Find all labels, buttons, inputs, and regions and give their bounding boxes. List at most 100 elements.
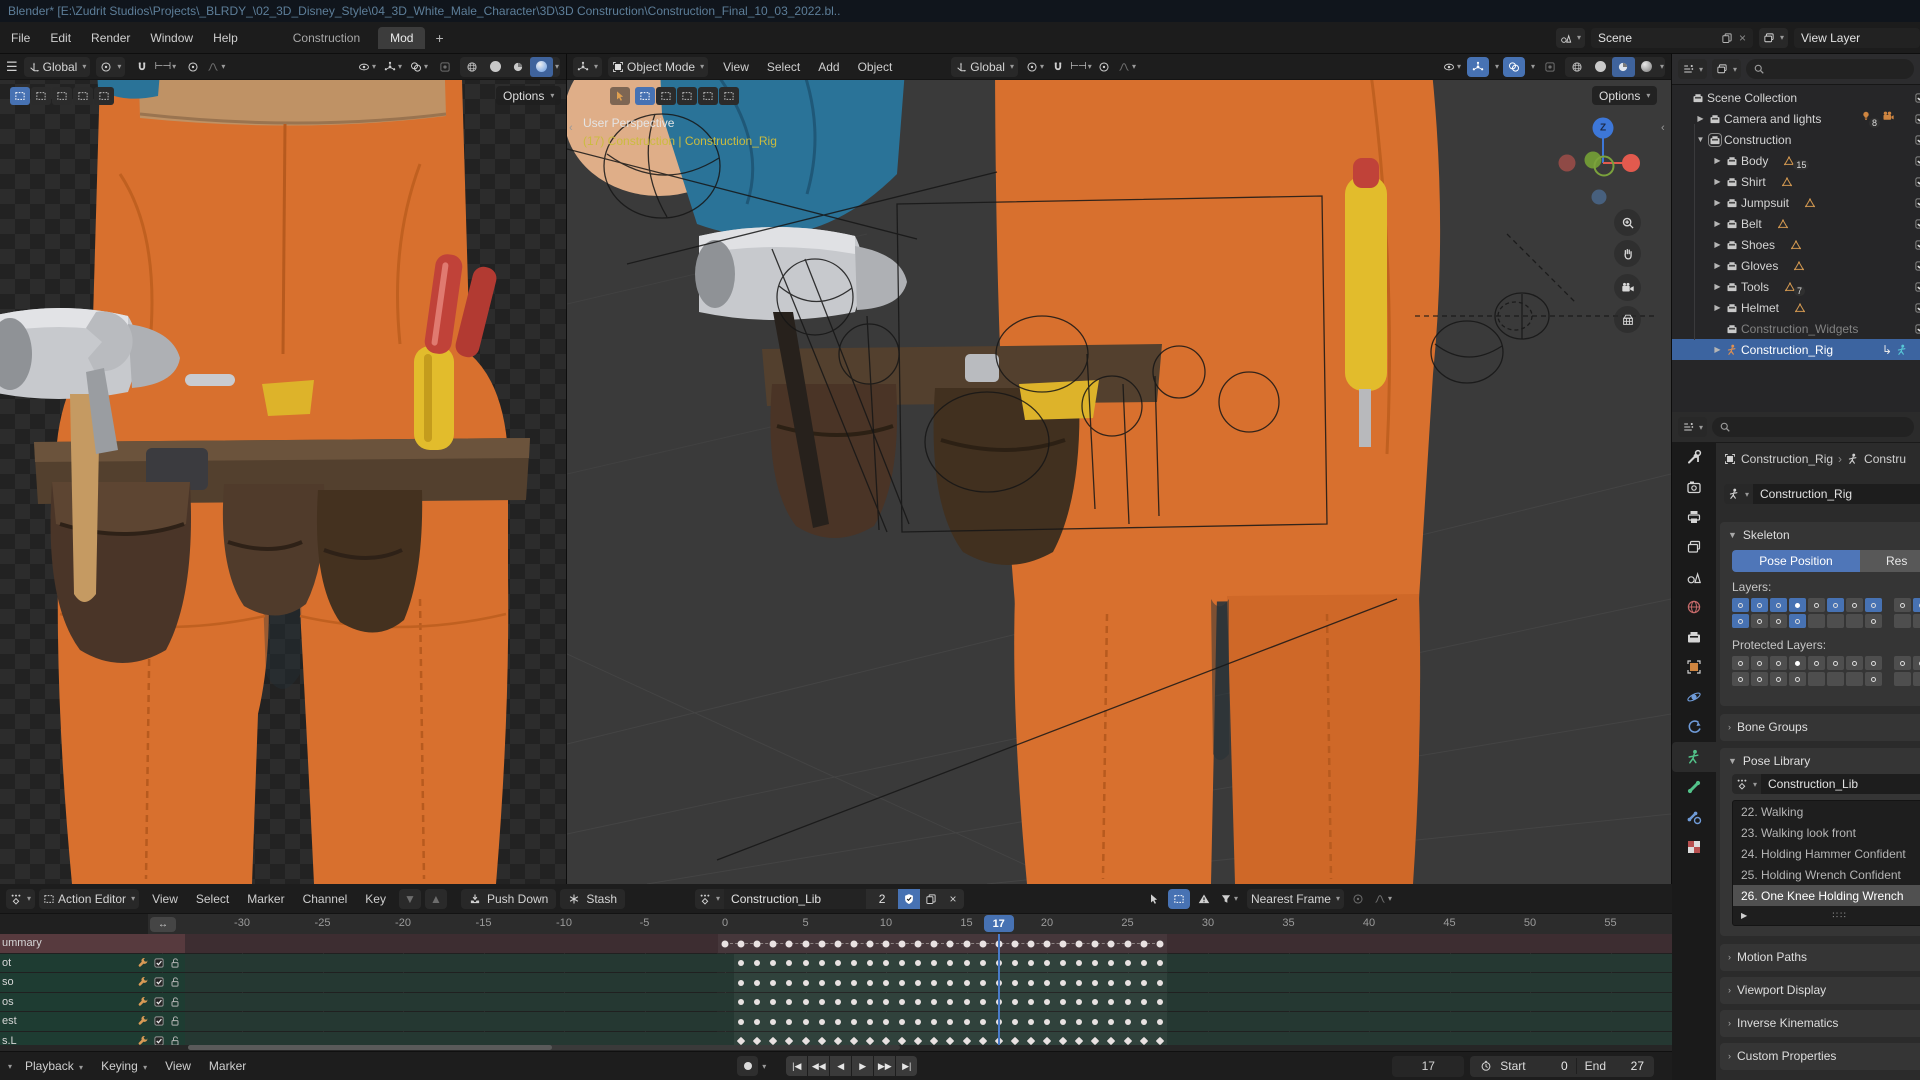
options-button-left[interactable]: Options▾ bbox=[496, 86, 561, 105]
keyframe[interactable] bbox=[899, 980, 905, 986]
modifier-wrench-icon[interactable] bbox=[137, 1035, 149, 1045]
viewport-menu[interactable]: View bbox=[714, 60, 758, 74]
xray-toggle-left[interactable] bbox=[434, 57, 456, 77]
keyframe[interactable] bbox=[980, 999, 986, 1005]
channel-enabled-checkbox[interactable] bbox=[153, 1015, 165, 1027]
pan-viewport-button[interactable] bbox=[1614, 240, 1641, 267]
shading-rendered-left[interactable] bbox=[530, 57, 553, 77]
modifier-wrench-icon[interactable] bbox=[137, 976, 149, 988]
channel-lock-icon[interactable] bbox=[169, 996, 185, 1008]
keyframe[interactable] bbox=[1012, 1019, 1018, 1025]
keyframe[interactable] bbox=[803, 1019, 809, 1025]
pose-list-item[interactable]: 26. One Knee Holding Wrench bbox=[1733, 885, 1920, 906]
select-invert-icon[interactable] bbox=[698, 87, 718, 105]
keyframe[interactable] bbox=[819, 1019, 825, 1025]
protected-layer-cell[interactable] bbox=[1751, 672, 1768, 686]
keyframe[interactable] bbox=[1157, 960, 1163, 966]
shading-solid-left[interactable] bbox=[484, 57, 507, 77]
keyframe[interactable] bbox=[1044, 980, 1050, 986]
unlink-action-button[interactable]: × bbox=[942, 889, 964, 909]
select-subtract-icon[interactable] bbox=[677, 87, 697, 105]
keyframe[interactable] bbox=[931, 980, 937, 986]
snap-dropdown-right[interactable]: ⊢⊣▾ bbox=[1070, 57, 1092, 77]
horizontal-scrollbar-thumb[interactable] bbox=[188, 1045, 552, 1050]
shading-dropdown-left[interactable]: ▾ bbox=[555, 62, 559, 71]
overlays-toggle-right[interactable] bbox=[1503, 57, 1525, 77]
keyframe[interactable] bbox=[1156, 940, 1163, 947]
layer-cell[interactable] bbox=[1732, 614, 1749, 628]
keyframe[interactable] bbox=[980, 980, 986, 986]
expand-icon[interactable]: ▶ bbox=[1712, 177, 1723, 186]
texture-tab-icon[interactable] bbox=[1672, 832, 1716, 862]
keyframe[interactable] bbox=[770, 940, 777, 947]
protected-layer-cell[interactable] bbox=[1751, 656, 1768, 670]
playback-menu-view[interactable]: View bbox=[156, 1059, 200, 1073]
keyframe[interactable] bbox=[819, 980, 825, 986]
snap-magnet-toggle-left[interactable] bbox=[131, 57, 153, 77]
camera-view-button[interactable] bbox=[1614, 274, 1641, 301]
playback-menu-marker[interactable]: Marker bbox=[200, 1059, 255, 1073]
fake-user-shield-toggle[interactable] bbox=[898, 889, 920, 909]
keyframe[interactable] bbox=[867, 1019, 873, 1025]
keyframe[interactable] bbox=[738, 980, 744, 986]
workspace-tab-mod[interactable]: Mod bbox=[378, 27, 425, 49]
expand-icon[interactable]: ▶ bbox=[1712, 198, 1723, 207]
keyframe[interactable] bbox=[883, 999, 889, 1005]
object-data-tab-icon[interactable] bbox=[1672, 742, 1716, 772]
keyframe[interactable] bbox=[1027, 940, 1034, 947]
list-grip-icon[interactable]: ∷∷ bbox=[1832, 910, 1847, 921]
keyframe[interactable] bbox=[964, 999, 970, 1005]
keyframe[interactable] bbox=[964, 980, 970, 986]
modifier-wrench-icon[interactable] bbox=[137, 957, 149, 969]
layer-cell[interactable] bbox=[1770, 614, 1787, 628]
keyframe[interactable] bbox=[1012, 999, 1018, 1005]
select-box-new-icon[interactable] bbox=[10, 87, 30, 105]
exclude-checkbox-icon[interactable] bbox=[1914, 260, 1920, 272]
exclude-checkbox-icon[interactable] bbox=[1914, 155, 1920, 167]
keyframe[interactable] bbox=[1157, 1019, 1163, 1025]
shading-wireframe-left[interactable] bbox=[461, 57, 484, 77]
keyframe[interactable] bbox=[866, 940, 873, 947]
keyframe[interactable] bbox=[915, 999, 921, 1005]
pivot-dropdown-right[interactable]: ▾ bbox=[1024, 57, 1046, 77]
viewport-right[interactable]: ▾ Object Mode▾ ViewSelectAddObject Globa… bbox=[567, 54, 1671, 884]
channel-lock-icon[interactable] bbox=[169, 976, 185, 988]
show-errors-toggle[interactable] bbox=[1193, 889, 1215, 909]
keyframe[interactable] bbox=[802, 940, 809, 947]
pose-position-button[interactable]: Pose Position bbox=[1732, 550, 1860, 572]
shading-wireframe-right[interactable] bbox=[1566, 57, 1589, 77]
output-tab-icon[interactable] bbox=[1672, 502, 1716, 532]
gizmo-y-neg-axis[interactable] bbox=[1594, 156, 1615, 177]
playback-menu-playback[interactable]: Playback ▾ bbox=[16, 1059, 92, 1073]
layer-cell[interactable] bbox=[1770, 598, 1787, 612]
snap-magnet-toggle-right[interactable] bbox=[1047, 57, 1069, 77]
keyframe[interactable] bbox=[980, 1019, 986, 1025]
layer-cell[interactable] bbox=[1732, 598, 1749, 612]
stash-button[interactable]: Stash bbox=[560, 889, 625, 909]
dopesheet-mode-dropdown[interactable]: Action Editor▾ bbox=[39, 889, 139, 909]
keyframe[interactable] bbox=[947, 980, 953, 986]
exclude-checkbox-icon[interactable] bbox=[1914, 323, 1920, 335]
move-channel-down-button[interactable]: ▼ bbox=[399, 889, 421, 909]
gizmo-x-axis[interactable] bbox=[1622, 154, 1640, 172]
exclude-checkbox-icon[interactable] bbox=[1914, 197, 1920, 209]
keyframe[interactable] bbox=[738, 960, 744, 966]
rest-position-button[interactable]: Res bbox=[1860, 550, 1920, 572]
outliner-row-shirt[interactable]: ▶Shirt bbox=[1672, 171, 1920, 192]
expand-icon[interactable]: ▶ bbox=[1712, 303, 1723, 312]
protected-layer-cell[interactable] bbox=[1913, 672, 1920, 686]
keyframe[interactable] bbox=[1060, 999, 1066, 1005]
keyframe[interactable] bbox=[1012, 960, 1018, 966]
motion-paths-panel[interactable]: ›Motion Paths bbox=[1720, 944, 1920, 971]
expand-icon[interactable]: ▶ bbox=[1712, 156, 1723, 165]
xray-toggle-right[interactable] bbox=[1539, 57, 1561, 77]
keyframe[interactable] bbox=[1092, 999, 1098, 1005]
editor-menu-icon[interactable]: ☰ bbox=[6, 59, 18, 75]
keyframe[interactable] bbox=[899, 1019, 905, 1025]
keyframe[interactable] bbox=[915, 1019, 921, 1025]
outliner-row-helmet[interactable]: ▶Helmet bbox=[1672, 297, 1920, 318]
viewport-menu[interactable]: Select bbox=[758, 60, 809, 74]
keyframe[interactable] bbox=[931, 960, 937, 966]
dopesheet-menu[interactable]: Channel bbox=[294, 892, 357, 906]
keyframe[interactable] bbox=[883, 1019, 889, 1025]
